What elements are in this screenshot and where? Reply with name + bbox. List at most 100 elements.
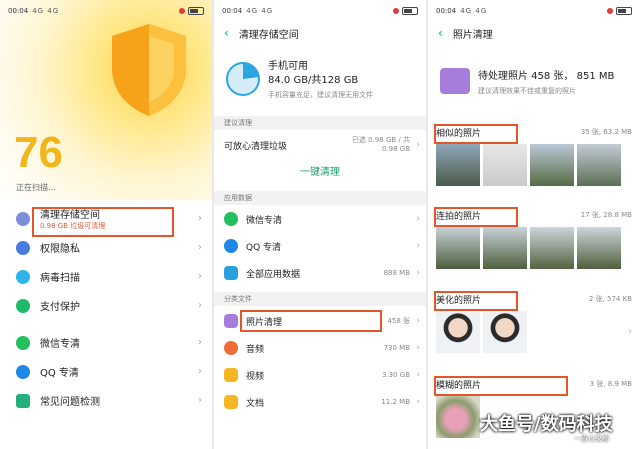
menu-faq-check[interactable]: 常见问题检测 › [0,386,212,415]
row-value: 3.30 GB [381,371,410,379]
pending-text: 待处理照片 458 张， 851 MB [478,71,615,82]
watermark-small: 一直以来都 [574,435,609,443]
page-header: ‹ 照片清理 [428,22,640,44]
one-click-clean-button[interactable]: 一键清理 [214,163,426,178]
file-row-docs[interactable]: 文档 11.2 MB › [214,389,426,415]
highlight-box [434,124,518,144]
signal-icon: 4G 4G [460,7,488,15]
photo-thumbnail[interactable] [436,396,480,438]
thumbnail-strip [436,227,621,269]
file-row-video[interactable]: 视频 3.30 GB › [214,362,426,388]
row-label: 文档 [246,398,265,409]
photo-thumbnail[interactable] [436,227,480,269]
app-row-all[interactable]: 全部应用数据 888 MB › [214,260,426,286]
category-meta: 17 张, 28.8 MB [580,211,632,219]
row-label: 微信专清 [246,215,283,226]
menu-label: 权限隐私 [40,244,80,255]
app-row-qq[interactable]: QQ 专清 › [214,233,426,259]
page-header: ‹ 清理存储空间 [214,22,426,44]
highlight-box [434,376,568,396]
phone-value: 84.0 GB/共128 GB [268,75,359,86]
shield-icon [112,24,186,116]
menu-privacy[interactable]: 权限隐私 › [0,233,212,262]
chevron-right-icon: › [416,214,420,224]
chevron-right-icon: › [416,343,420,353]
row-label: 全部应用数据 [246,269,301,280]
security-score: 76 [14,128,63,177]
photo-thumbnail[interactable] [530,144,574,186]
menu-payment-protect[interactable]: 支付保护 › [0,291,212,320]
app-row-wechat[interactable]: 微信专清 › [214,206,426,232]
highlight-box [32,207,174,237]
back-arrow-icon[interactable]: ‹ [224,26,229,40]
row-value: 458 张 [387,317,410,325]
menu-virus-scan[interactable]: 病毒扫描 › [0,262,212,291]
photo-icon [224,314,238,328]
safe-clean-value: 已选 0.98 GB / 共 0.98 GB [351,136,410,153]
qq-icon [224,239,238,253]
video-icon [224,368,238,382]
page-title: 照片清理 [452,29,493,41]
photo-thumbnail[interactable] [577,227,621,269]
menu-label: QQ 专清 [40,368,79,379]
thumbnail-strip [436,396,480,438]
chevron-right-icon: › [416,241,420,251]
photo-thumbnail[interactable] [483,144,527,186]
photo-thumbnail[interactable] [436,311,480,353]
status-bar: 00:04 4G 4G [428,0,640,22]
highlight-box [434,291,518,311]
menu-label: 支付保护 [40,302,80,313]
watermark: 大鱼号/数码科技 [480,414,613,435]
record-icon [393,8,399,14]
menu-wechat-clean[interactable]: 微信专清 › [0,328,212,357]
wechat-icon [224,212,238,226]
file-row-audio[interactable]: 音频 730 MB › [214,335,426,361]
rocket-icon [16,211,30,226]
menu-label: 微信专清 [40,339,80,350]
category-meta: 3 张, 8.9 MB [589,380,632,388]
section-suggest: 建议清理 [214,116,426,130]
back-arrow-icon[interactable]: ‹ [438,26,443,40]
signal-icon: 4G 4G [32,7,60,15]
section-app-data: 应用数据 [214,191,426,205]
phone-check-icon [16,393,30,408]
status-bar: 00:04 4G 4G [214,0,426,22]
music-icon [224,341,238,355]
chevron-right-icon: › [198,366,202,377]
status-time: 00:04 [436,7,457,15]
safe-clean-row[interactable]: 可放心清理垃圾 已选 0.98 GB / 共 0.98 GB › [214,131,426,159]
photo-thumbnail[interactable] [530,227,574,269]
chevron-right-icon: › [416,370,420,380]
photo-thumbnail[interactable] [436,144,480,186]
chevron-right-icon: › [416,397,420,407]
storage-pie-icon [226,62,260,96]
record-icon [179,8,185,14]
photo-thumbnail[interactable] [483,311,527,353]
category-meta: 35 张, 63.2 MB [580,128,632,136]
chevron-right-icon: › [628,327,632,337]
row-label: 音频 [246,344,265,355]
security-center-screen: 00:04 4G 4G 76 正在扫描... 清理存储空间 0.98 GB 垃圾… [0,0,212,449]
thumbnail-strip [436,144,621,186]
section-files: 分类文件 [214,292,426,306]
menu-qq-clean[interactable]: QQ 专清 › [0,357,212,386]
photo-thumbnail[interactable] [577,144,621,186]
apps-cube-icon [224,266,238,280]
row-value: 730 MB [383,344,410,352]
photo-icon [440,68,470,94]
phone-hint: 手机容量充足，建议清理无用文件 [268,91,373,99]
thumbnail-strip [436,311,527,353]
phone-label: 手机可用 [268,61,308,72]
chevron-right-icon: › [198,271,202,282]
photo-thumbnail[interactable] [483,227,527,269]
chevron-right-icon: › [416,140,420,150]
lock-icon [16,240,30,255]
scanning-text: 正在扫描... [16,183,56,192]
menu-label: 病毒扫描 [40,273,80,284]
shield-small-icon [16,298,30,313]
safe-clean-label: 可放心清理垃圾 [224,141,288,152]
record-icon [607,8,613,14]
page-title: 清理存储空间 [238,29,299,41]
row-label: 视频 [246,371,265,382]
chevron-right-icon: › [198,337,202,348]
